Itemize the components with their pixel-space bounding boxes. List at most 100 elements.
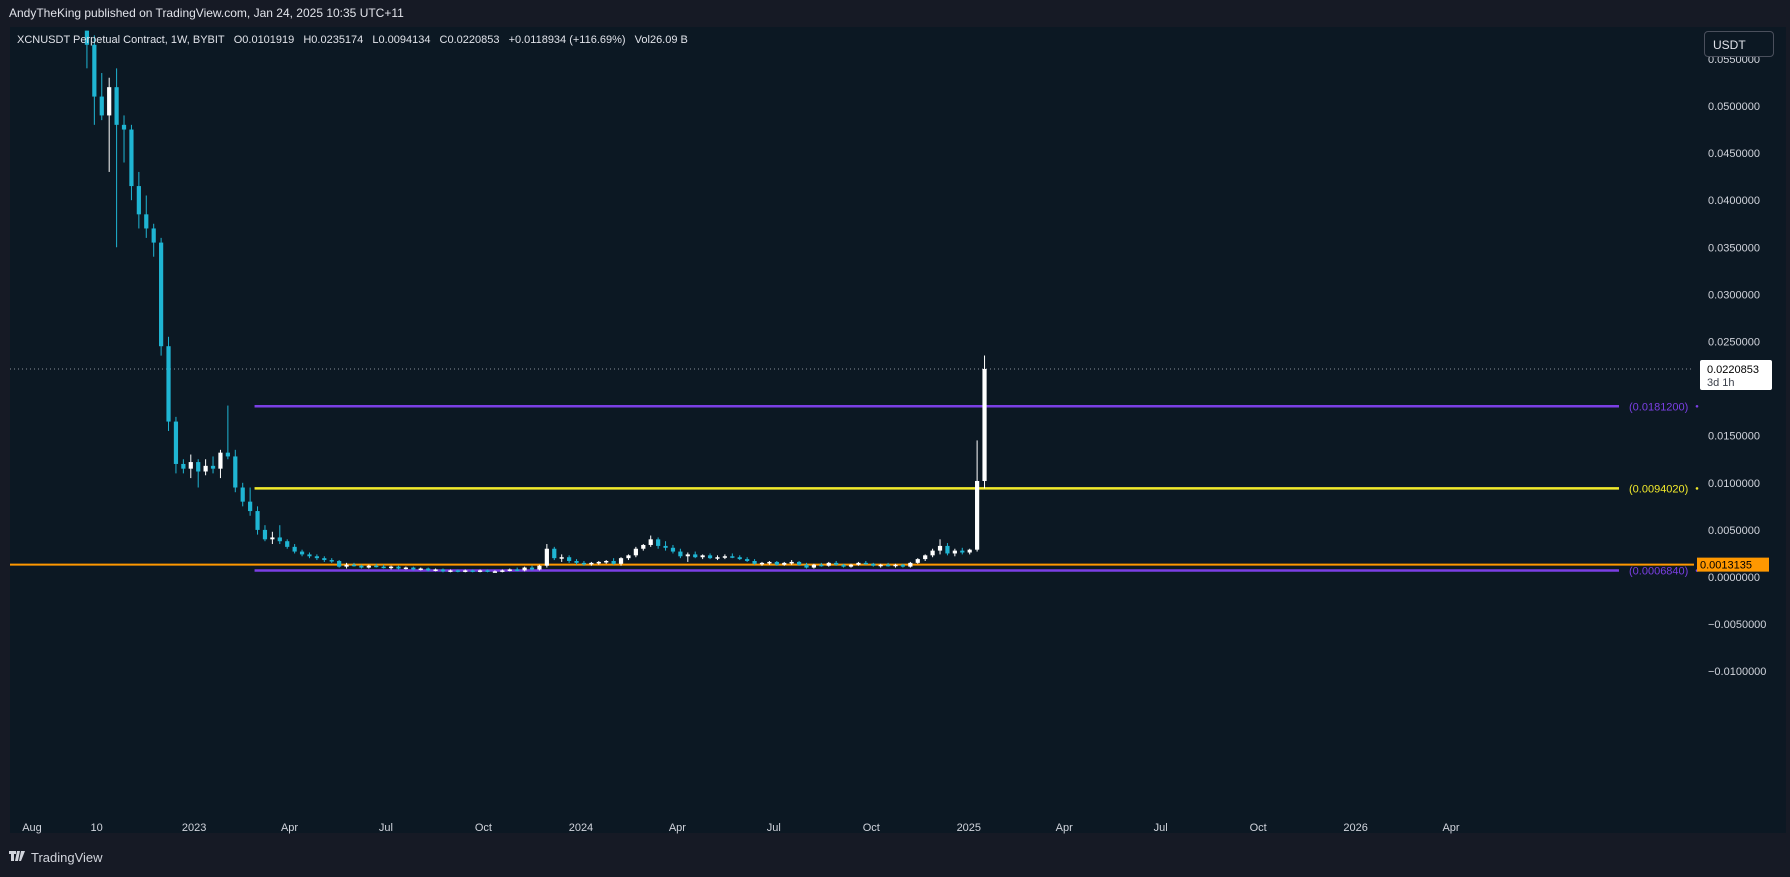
level-marker-dot <box>1695 487 1699 490</box>
candle-body <box>737 557 742 560</box>
candle-body <box>678 551 683 557</box>
candle-body <box>388 566 394 569</box>
candle-body <box>618 558 624 564</box>
candle <box>388 565 394 570</box>
candle <box>626 554 631 561</box>
candle-body <box>173 421 179 464</box>
currency-button[interactable]: USDT <box>1704 31 1774 57</box>
candle-body <box>314 556 319 559</box>
candle-body <box>745 559 750 561</box>
legend-open: O0.0101919 <box>233 34 295 46</box>
candle-body <box>626 555 631 559</box>
candle <box>826 561 831 567</box>
x-tick-label: Oct <box>1250 822 1267 834</box>
candle-body <box>210 465 216 469</box>
candle-body <box>248 501 253 512</box>
candle-body <box>893 564 898 567</box>
candle <box>351 562 357 567</box>
candle <box>248 487 253 516</box>
candle <box>871 562 876 567</box>
candle <box>923 554 928 561</box>
candle <box>166 336 171 431</box>
level-marker-dot <box>1695 405 1699 408</box>
y-tick-label: 0.0500000 <box>1708 101 1760 113</box>
candle-body <box>485 570 490 572</box>
y-tick-label: 0.0150000 <box>1708 431 1760 443</box>
candle-body <box>982 368 987 481</box>
candle <box>292 544 297 554</box>
candle <box>819 562 824 567</box>
tradingview-brand[interactable]: TradingView <box>9 850 103 865</box>
level-label-purple-top: (0.0181200) <box>1629 401 1688 413</box>
candle-body <box>908 562 913 567</box>
candle-body <box>811 564 817 568</box>
level-label-purple-bottom: (0.0006840) <box>1629 566 1688 578</box>
candle <box>144 195 149 238</box>
candle-body <box>670 547 676 552</box>
candle <box>722 554 727 560</box>
candle-body <box>233 456 238 488</box>
candle-body <box>515 569 520 571</box>
candle <box>322 556 327 562</box>
candle-body <box>878 564 883 567</box>
candle-body <box>767 561 772 564</box>
y-tick-label: 0.0250000 <box>1708 337 1760 349</box>
candle <box>188 454 193 479</box>
candle-body <box>166 346 171 422</box>
candle-body <box>277 537 282 542</box>
y-tick-label: 0.0400000 <box>1708 195 1760 207</box>
candle <box>173 416 179 474</box>
y-tick-label: 0.0100000 <box>1708 478 1760 490</box>
y-tick-label: 0.0350000 <box>1708 242 1760 254</box>
candle-body <box>782 562 787 565</box>
candle-body <box>945 545 950 554</box>
candle-body <box>663 545 668 548</box>
candle <box>114 68 119 248</box>
candle-body <box>975 480 980 550</box>
candle-body <box>107 87 112 116</box>
candle <box>92 35 97 125</box>
candle <box>515 567 520 572</box>
candlestick-chart[interactable]: (0.0181200)(0.0094020)(0.0006840) 0.0550… <box>0 0 1790 877</box>
candle-body <box>700 555 705 558</box>
candle-body <box>151 228 156 243</box>
level-label-yellow: (0.0094020) <box>1629 483 1688 495</box>
candle-body <box>337 560 342 567</box>
candle-body <box>648 539 653 545</box>
candle-body <box>641 544 646 549</box>
candle-body <box>507 569 512 571</box>
x-tick-label: Jul <box>379 822 393 834</box>
candle <box>641 544 646 551</box>
candle <box>656 537 661 549</box>
candle <box>107 77 112 172</box>
candle-body <box>960 550 965 553</box>
candle <box>136 171 141 229</box>
candle <box>307 552 312 559</box>
candle-body <box>188 462 193 469</box>
candle-body <box>411 567 416 570</box>
candle-body <box>500 570 505 572</box>
candle <box>693 551 698 559</box>
candle-body <box>99 96 104 116</box>
candle-body <box>559 557 564 559</box>
candle <box>567 555 572 563</box>
x-tick-label: Apr <box>281 822 298 834</box>
candle-body <box>92 44 97 97</box>
candle <box>975 440 980 552</box>
candle <box>685 552 690 562</box>
x-tick-label: Apr <box>1056 822 1073 834</box>
candle <box>196 459 201 488</box>
candle-body <box>834 562 839 565</box>
candle <box>151 223 156 257</box>
candle <box>218 449 223 479</box>
candle-body <box>633 548 638 556</box>
candle-body <box>574 560 579 563</box>
x-tick-label: 2026 <box>1343 822 1367 834</box>
candle <box>715 555 720 561</box>
symbol-legend[interactable]: XCNUSDT Perpetual Contract, 1W, BYBIT O0… <box>17 34 694 46</box>
candle-body <box>930 550 935 556</box>
x-tick-label: 2024 <box>569 822 593 834</box>
candle <box>967 548 972 555</box>
candle-body <box>136 186 141 215</box>
candle-body <box>715 557 720 559</box>
